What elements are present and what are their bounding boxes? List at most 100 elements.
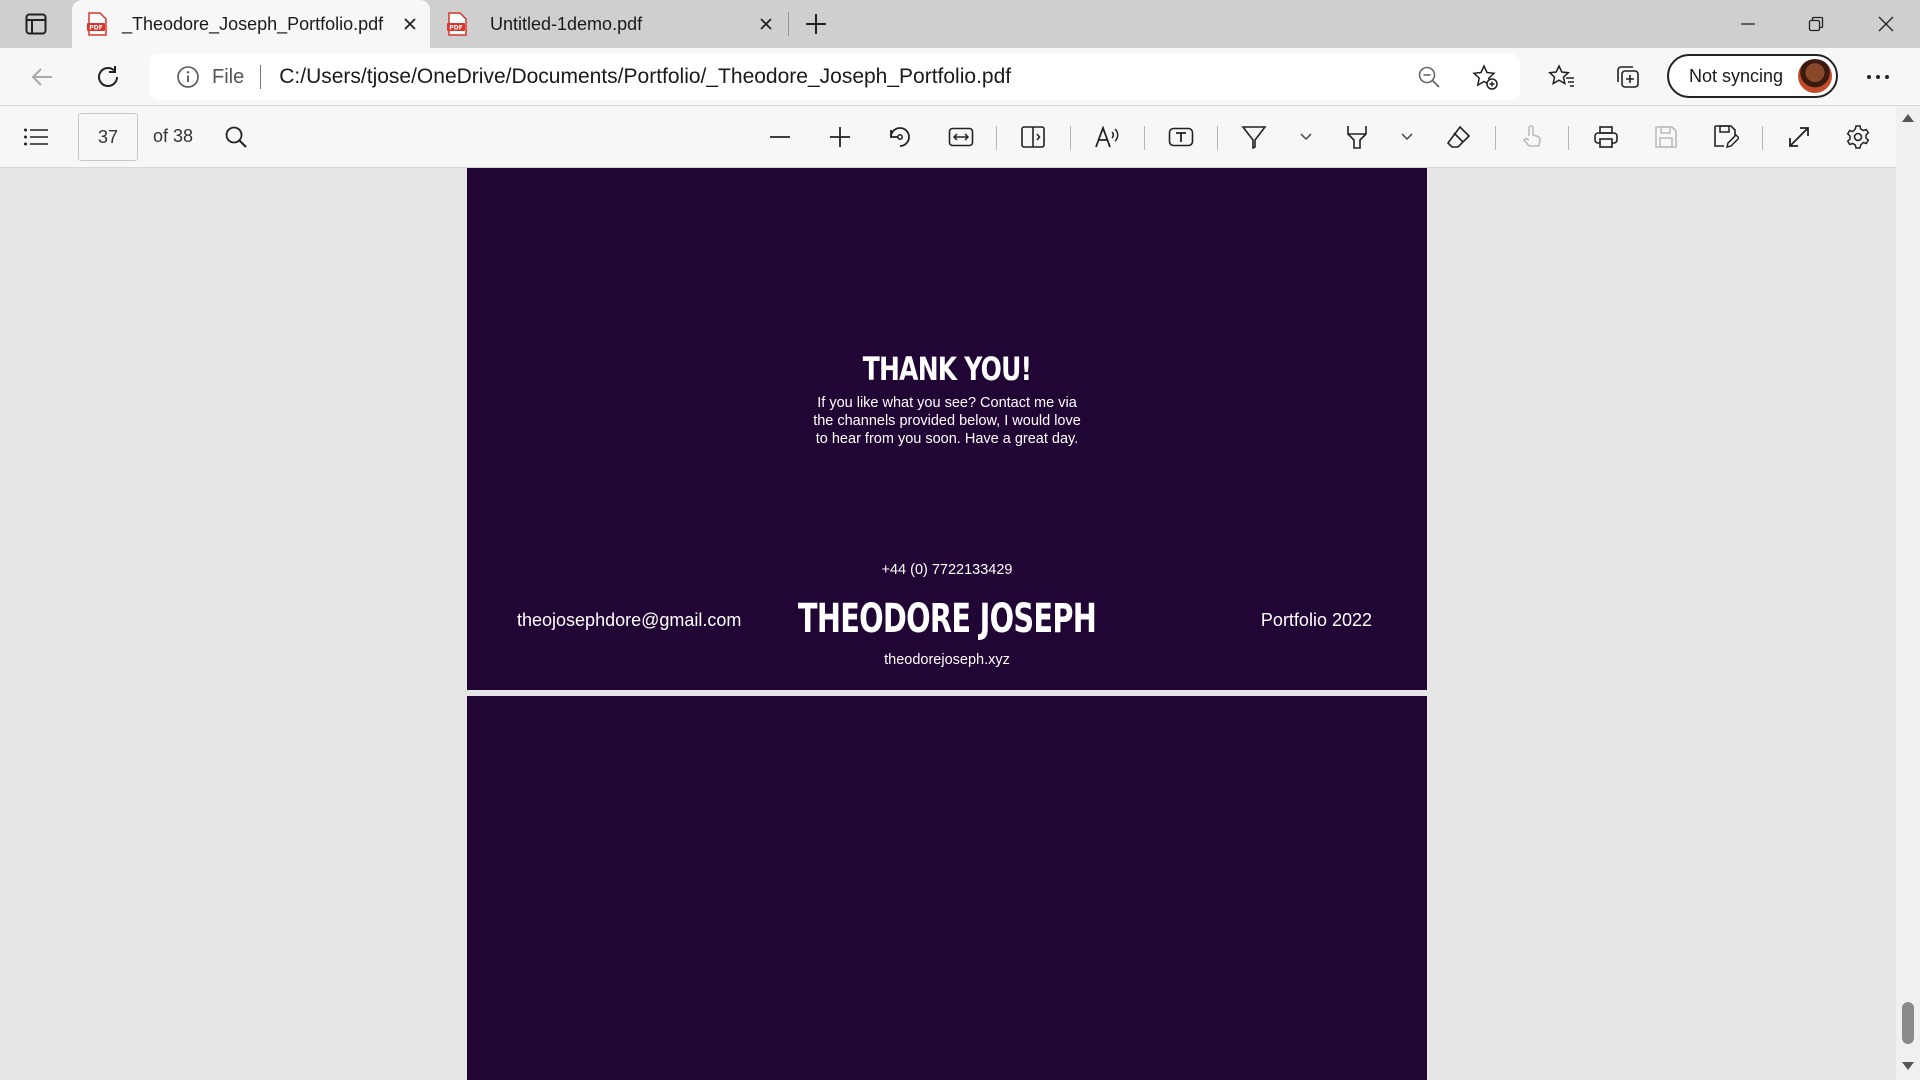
- back-arrow-icon: [31, 68, 52, 86]
- close-window-button[interactable]: [1852, 0, 1920, 48]
- page-heading: THANK YOU!: [862, 350, 1032, 388]
- page-number-input[interactable]: 37: [78, 113, 138, 161]
- scroll-up-arrow[interactable]: [1902, 114, 1914, 122]
- scheme-label: File: [212, 65, 245, 88]
- pdf-settings-button[interactable]: [1838, 117, 1878, 157]
- more-dots-icon: [1867, 75, 1889, 79]
- chevron-down-icon: [1300, 133, 1312, 141]
- save-as-button[interactable]: [1706, 117, 1746, 157]
- author-name: THEODORE JOSEPH: [797, 596, 1097, 642]
- toolbar-separator: [1144, 126, 1145, 150]
- close-tab-button[interactable]: [754, 12, 778, 36]
- full-screen-button[interactable]: [1779, 117, 1819, 157]
- url-text[interactable]: C:/Users/tjose/OneDrive/Documents/Portfo…: [279, 65, 1011, 89]
- printer-icon: [1594, 126, 1618, 148]
- find-button[interactable]: [216, 117, 256, 157]
- fit-to-width-button[interactable]: [941, 117, 981, 157]
- minimize-button[interactable]: [1714, 0, 1782, 48]
- toolbar-separator: [1568, 126, 1569, 150]
- pdf-viewer-canvas[interactable]: THANK YOU! If you like what you see? Con…: [0, 168, 1920, 1080]
- address-divider: [260, 65, 262, 89]
- avatar: [1798, 59, 1832, 93]
- rotate-button[interactable]: [880, 117, 920, 157]
- highlight-options-dropdown[interactable]: [1387, 117, 1427, 157]
- erase-button[interactable]: [1439, 117, 1479, 157]
- pdf-file-icon: PDF: [447, 12, 467, 36]
- close-icon: [760, 18, 772, 30]
- save-button[interactable]: [1646, 117, 1686, 157]
- pdf-file-icon: PDF: [87, 12, 107, 36]
- close-icon: [1878, 16, 1894, 32]
- hand-touch-icon: [1522, 125, 1541, 147]
- profile-sync-button[interactable]: Not syncing: [1667, 54, 1838, 98]
- toolbar-separator: [1217, 126, 1218, 150]
- zoom-in-button[interactable]: [820, 117, 860, 157]
- highlight-button[interactable]: [1337, 117, 1377, 157]
- address-bar-row: File C:/Users/tjose/OneDrive/Documents/P…: [0, 48, 1920, 106]
- refresh-icon: [98, 66, 118, 87]
- tab-portfolio-pdf[interactable]: PDF _Theodore_Joseph_Portfolio.pdf: [72, 0, 430, 48]
- gear-icon: [1846, 125, 1870, 149]
- scrollbar-thumb[interactable]: [1902, 1002, 1914, 1044]
- svg-text:PDF: PDF: [89, 25, 102, 32]
- tab-separator: [788, 12, 789, 36]
- tab-title: Untitled-1demo.pdf: [490, 13, 643, 34]
- search-icon: [225, 126, 247, 148]
- toolbar-separator: [1762, 126, 1763, 150]
- close-tab-button[interactable]: [398, 12, 422, 36]
- page-view-icon: [1021, 126, 1045, 148]
- zoom-button[interactable]: [1414, 62, 1444, 92]
- text-box-icon: [1168, 127, 1194, 147]
- read-aloud-button[interactable]: [1088, 117, 1128, 157]
- page-view-button[interactable]: [1013, 117, 1053, 157]
- favorites-button[interactable]: [1542, 57, 1582, 97]
- info-icon[interactable]: [176, 65, 200, 89]
- save-as-icon: [1714, 125, 1739, 149]
- eraser-icon: [1446, 125, 1471, 148]
- highlighter-icon: [1347, 126, 1367, 149]
- favorites-icon: [1548, 64, 1574, 87]
- tab-strip: PDF _Theodore_Joseph_Portfolio.pdf PDF U…: [0, 0, 1920, 48]
- sync-status-label: Not syncing: [1689, 65, 1784, 86]
- minimize-icon: [1741, 23, 1755, 25]
- refresh-button[interactable]: [88, 57, 128, 97]
- new-tab-button[interactable]: [800, 8, 832, 40]
- draw-button[interactable]: [1234, 117, 1274, 157]
- collections-button[interactable]: [1608, 57, 1648, 97]
- print-button[interactable]: [1586, 117, 1626, 157]
- tab-actions-icon: [25, 13, 47, 35]
- list-icon: [24, 128, 48, 146]
- pdf-page-38: [467, 696, 1427, 1080]
- back-button[interactable]: [22, 57, 62, 97]
- touch-mode-button[interactable]: [1512, 117, 1552, 157]
- plus-icon: [830, 127, 850, 147]
- tab-actions-menu-button[interactable]: [14, 8, 58, 40]
- expand-icon: [1789, 127, 1809, 147]
- fit-width-icon: [948, 127, 974, 147]
- rotate-icon: [890, 127, 910, 147]
- save-icon: [1655, 126, 1677, 148]
- draw-options-dropdown[interactable]: [1286, 117, 1326, 157]
- svg-text:PDF: PDF: [449, 25, 462, 32]
- add-favorite-button[interactable]: [1470, 62, 1500, 92]
- toolbar-separator: [1495, 126, 1496, 150]
- chevron-down-icon: [1401, 133, 1413, 141]
- close-icon: [404, 18, 416, 30]
- address-field[interactable]: File C:/Users/tjose/OneDrive/Documents/P…: [150, 54, 1520, 100]
- portfolio-year: Portfolio 2022: [1260, 610, 1372, 630]
- restore-button[interactable]: [1782, 0, 1850, 48]
- add-text-button[interactable]: [1161, 117, 1201, 157]
- plus-icon: [806, 14, 826, 34]
- zoom-out-button[interactable]: [760, 117, 800, 157]
- scroll-down-arrow[interactable]: [1902, 1062, 1914, 1070]
- read-aloud-icon: [1095, 125, 1119, 148]
- restore-icon: [1808, 16, 1824, 32]
- vertical-scrollbar[interactable]: [1896, 106, 1920, 1080]
- toolbar-separator: [996, 126, 997, 150]
- table-of-contents-button[interactable]: [16, 117, 56, 157]
- collections-icon: [1617, 66, 1639, 88]
- tab-untitled-demo-pdf[interactable]: PDF Untitled-1demo.pdf: [432, 0, 786, 48]
- contact-website: theodorejoseph.xyz: [884, 652, 1010, 668]
- settings-and-more-button[interactable]: [1858, 57, 1898, 97]
- star-add-icon: [1472, 64, 1498, 90]
